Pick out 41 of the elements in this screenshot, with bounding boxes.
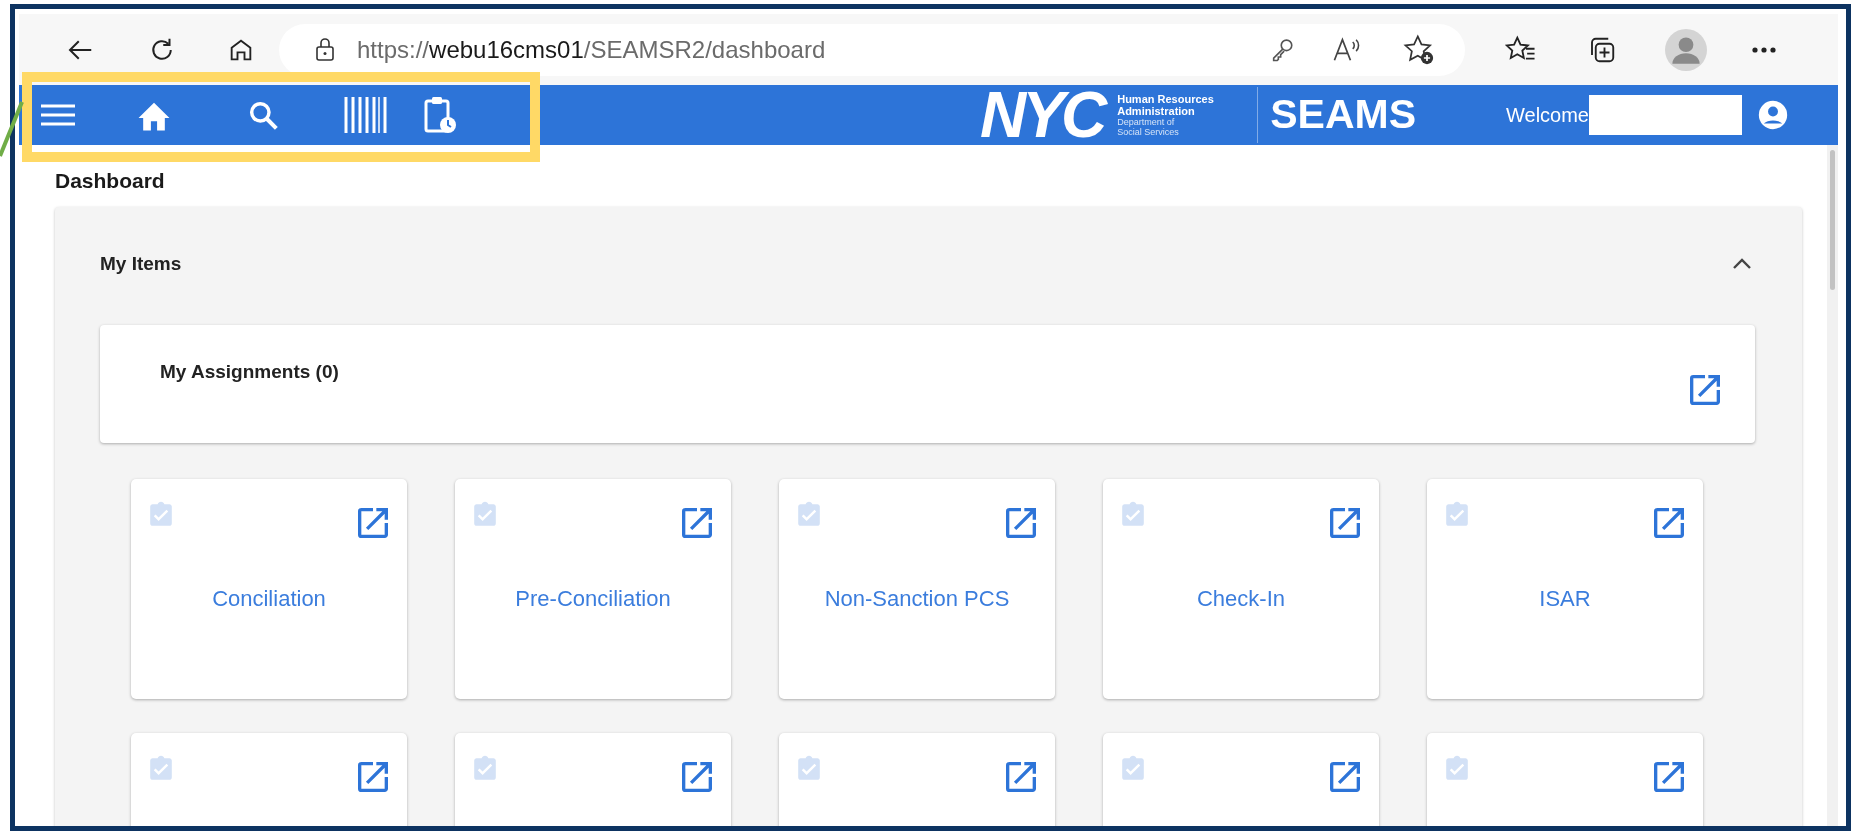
department-name: Department of Social Services xyxy=(1117,117,1180,137)
clipboard-check-icon xyxy=(797,501,821,529)
tile-label: Non-Sanction PCS xyxy=(824,585,1010,613)
clipboard-clock-icon[interactable] xyxy=(423,95,457,135)
clipboard-check-icon xyxy=(797,755,821,783)
tile-label: Pre-Conciliation xyxy=(515,585,671,613)
tile-label: Check-In xyxy=(1196,585,1285,613)
user-account-icon[interactable] xyxy=(1756,98,1790,132)
menu-icon[interactable] xyxy=(41,103,75,127)
clipboard-check-icon xyxy=(149,755,173,783)
chevron-icon[interactable] xyxy=(1731,257,1753,271)
scrollbar[interactable] xyxy=(1827,145,1838,826)
clipboard-check-icon xyxy=(1445,501,1469,529)
address-bar[interactable]: https://webu16cms01/SEAMSR2/dashboard xyxy=(279,23,1465,76)
agency-name: Human Resources Administration xyxy=(1117,93,1215,117)
clipboard-check-icon xyxy=(1121,755,1145,783)
add-favorite-icon[interactable] xyxy=(1403,33,1435,66)
url-text: https://webu16cms01/SEAMSR2/dashboard xyxy=(357,34,826,65)
profile-avatar-icon[interactable] xyxy=(1665,28,1707,71)
more-icon[interactable] xyxy=(1751,45,1777,54)
tile-label: ISAR xyxy=(1539,585,1591,613)
lock-icon[interactable] xyxy=(313,36,337,63)
clipboard-check-icon xyxy=(1445,755,1469,783)
assignments-title: My Assignments (0) xyxy=(160,360,339,384)
barcode-icon[interactable] xyxy=(343,95,389,135)
nyc-logo: NYC xyxy=(980,87,1104,143)
clipboard-check-icon xyxy=(1121,501,1145,529)
section-title: My Items xyxy=(100,251,182,276)
clipboard-check-icon xyxy=(149,501,173,529)
page-title: Dashboard xyxy=(55,168,166,194)
welcome-text: Welcome xyxy=(1506,103,1589,128)
clipboard-check-icon xyxy=(473,501,497,529)
dashboard-tile[interactable]: Check-In xyxy=(1103,479,1379,699)
dashboard-tile[interactable]: Pre-Conciliation xyxy=(455,479,731,699)
dashboard-tile[interactable]: Non-Sanction PCS xyxy=(779,479,1055,699)
clipboard-check-icon xyxy=(473,755,497,783)
dashboard-tile[interactable]: ISAR xyxy=(1427,479,1703,699)
tile-label: Conciliation xyxy=(212,585,326,613)
search-icon[interactable] xyxy=(247,99,279,131)
app-name: SEAMS xyxy=(1270,90,1416,140)
dashboard-tile[interactable]: Conciliation xyxy=(131,479,407,699)
